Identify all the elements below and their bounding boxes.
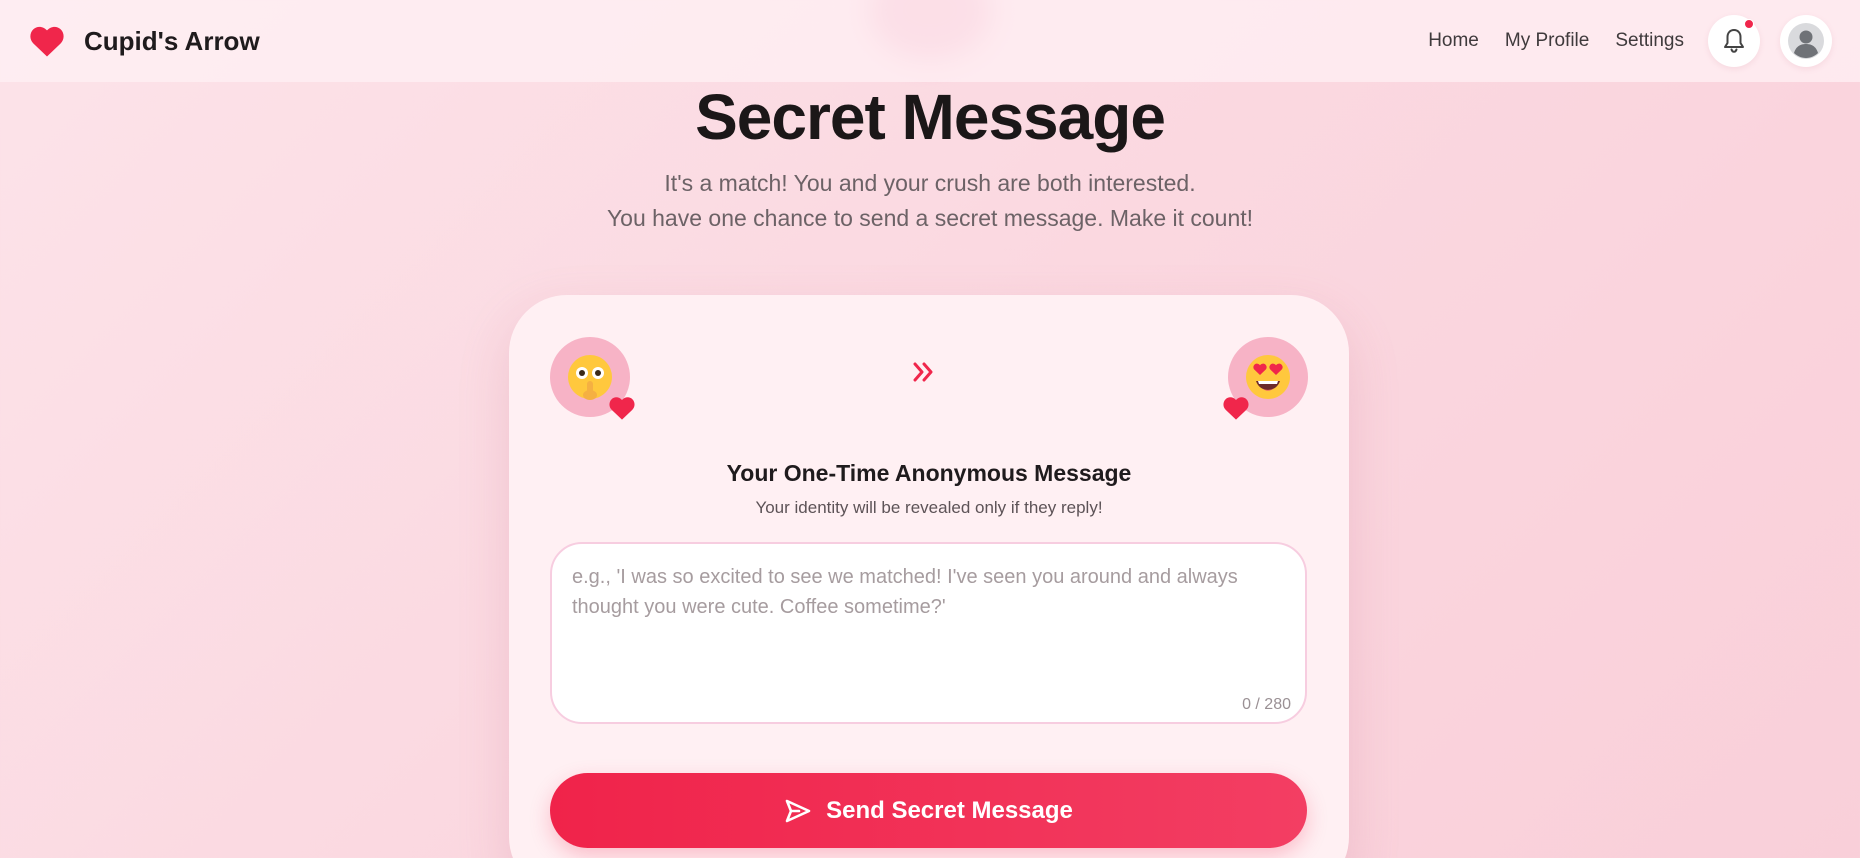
- main-nav: Home My Profile Settings: [1428, 15, 1832, 67]
- send-icon: [785, 799, 811, 822]
- page-title: Secret Message: [695, 81, 1166, 153]
- nav-home-link[interactable]: Home: [1428, 30, 1479, 52]
- notifications-button[interactable]: [1708, 15, 1760, 67]
- nav-my-profile-link[interactable]: My Profile: [1505, 30, 1589, 52]
- double-chevron-right-icon: [913, 362, 933, 382]
- send-secret-message-button[interactable]: Send Secret Message: [550, 773, 1307, 848]
- character-counter: 0 / 280: [1242, 696, 1291, 713]
- brand-name: Cupid's Arrow: [84, 25, 260, 56]
- message-field-wrapper: 0 / 280: [550, 542, 1307, 724]
- send-button-label: Send Secret Message: [826, 796, 1073, 824]
- card-subtitle: Your identity will be revealed only if t…: [755, 498, 1103, 517]
- message-card: Your One-Time Anonymous Message Your ide…: [509, 295, 1349, 858]
- user-avatar-icon: [1788, 23, 1824, 59]
- nav-settings-link[interactable]: Settings: [1615, 30, 1684, 52]
- notification-dot: [1744, 19, 1754, 29]
- profile-avatar-button[interactable]: [1780, 15, 1832, 67]
- heart-badge-icon: [609, 397, 635, 420]
- subtitle-line-1: It's a match! You and your crush are bot…: [664, 170, 1196, 196]
- heart-logo-icon: [30, 26, 64, 57]
- sender-avatar: [550, 337, 635, 420]
- recipient-avatar: [1223, 337, 1308, 420]
- top-bar: Cupid's Arrow Home My Profile Settings: [0, 0, 1860, 82]
- heart-badge-icon: [1223, 397, 1249, 420]
- bell-icon: [1724, 29, 1744, 53]
- brand[interactable]: Cupid's Arrow: [28, 24, 260, 58]
- message-textarea[interactable]: [552, 544, 1305, 722]
- subtitle-line-2: You have one chance to send a secret mes…: [606, 205, 1254, 231]
- card-title: Your One-Time Anonymous Message: [726, 460, 1132, 486]
